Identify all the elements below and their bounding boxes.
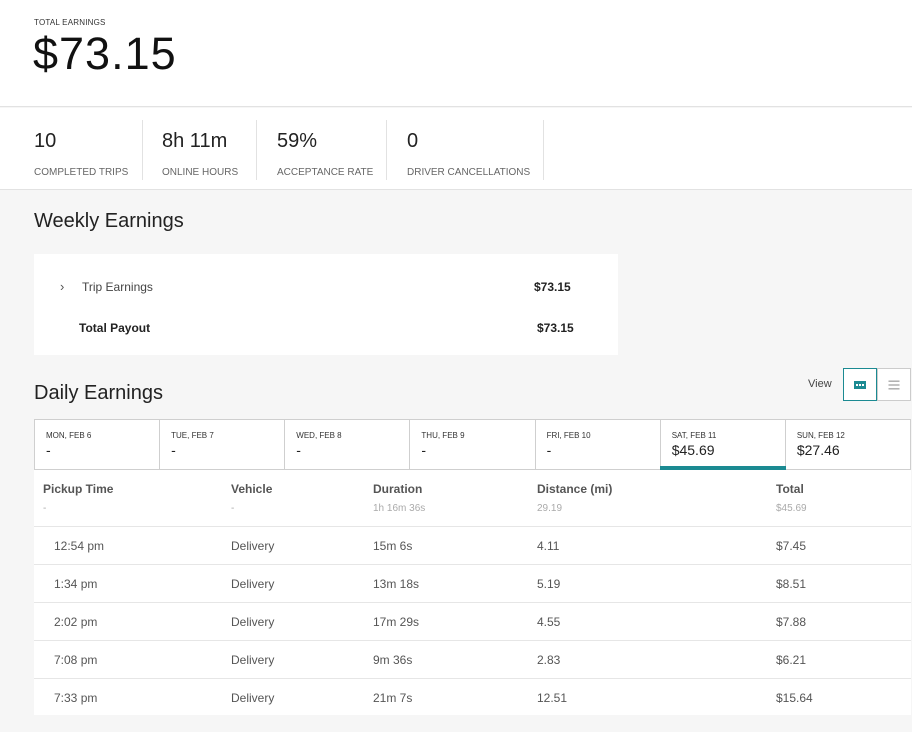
day-label: TUE, FEB 7 [171, 431, 214, 440]
summary-vehicle: - [231, 503, 235, 514]
day-value: - [546, 442, 552, 458]
cell-distance: 5.19 [537, 577, 561, 591]
cell-total: $15.64 [776, 691, 813, 705]
cell-pickup-time: 7:33 pm [54, 691, 98, 705]
list-view-button[interactable] [877, 368, 911, 401]
day-value: - [171, 442, 176, 458]
summary-pickup-time: - [43, 503, 47, 514]
cell-total: $8.51 [776, 577, 807, 591]
stat-label: DRIVER CANCELLATIONS [407, 167, 531, 178]
cell-total: $7.45 [776, 539, 807, 553]
column-header-pickup-time[interactable]: Pickup Time [43, 482, 113, 496]
column-header-total[interactable]: Total [776, 482, 804, 496]
stats-bar: 10 COMPLETED TRIPS 8h 11m ONLINE HOURS 5… [0, 108, 912, 190]
cell-pickup-time: 7:08 pm [54, 653, 98, 667]
day-value: - [296, 442, 301, 458]
day-tab-mon[interactable]: MON, FEB 6 - [35, 420, 161, 469]
card-view-button[interactable] [843, 368, 877, 401]
total-payout-row: Total Payout $73.15 [34, 320, 618, 340]
day-label: FRI, FEB 10 [546, 431, 591, 440]
day-label: SUN, FEB 12 [796, 431, 845, 440]
trips-table: Pickup Time Vehicle Duration Distance (m… [34, 470, 911, 715]
stat-value: 59% [277, 130, 318, 152]
list-view-icon [888, 380, 900, 389]
cell-distance: 4.11 [537, 539, 560, 553]
stat-value: 8h 11m [162, 130, 228, 152]
table-row[interactable]: 12:54 pm Delivery 15m 6s 4.11 $7.45 [34, 526, 911, 564]
table-row[interactable]: 1:34 pm Delivery 13m 18s 5.19 $8.51 [34, 564, 911, 602]
cell-vehicle: Delivery [231, 615, 275, 629]
cell-vehicle: Delivery [231, 653, 275, 667]
summary-duration: 1h 16m 36s [373, 503, 426, 514]
trip-earnings-row[interactable]: › Trip Earnings $73.15 [34, 279, 618, 299]
stat-online-hours: 8h 11m ONLINE HOURS [143, 120, 257, 180]
total-payout-value: $73.15 [537, 321, 574, 335]
cell-distance: 2.83 [537, 653, 561, 667]
stat-value: 10 [34, 130, 57, 152]
day-value: - [46, 442, 51, 458]
daily-earnings-title: Daily Earnings [34, 382, 163, 404]
card-view-icon [854, 380, 866, 389]
cell-duration: 21m 7s [373, 691, 413, 705]
cell-pickup-time: 12:54 pm [54, 539, 105, 553]
column-header-distance[interactable]: Distance (mi) [537, 482, 612, 496]
cell-duration: 17m 29s [373, 615, 420, 629]
summary-distance: 29.19 [537, 503, 563, 514]
day-tab-wed[interactable]: WED, FEB 8 - [285, 420, 411, 469]
cell-duration: 13m 18s [373, 577, 420, 591]
day-label: SAT, FEB 11 [671, 431, 717, 440]
total-earnings-label: TOTAL EARNINGS [34, 18, 106, 27]
cell-distance: 12.51 [537, 691, 568, 705]
trip-earnings-value: $73.15 [534, 280, 571, 294]
stat-value: 0 [407, 130, 419, 152]
table-row[interactable]: 7:33 pm Delivery 21m 7s 12.51 $15.64 [34, 678, 911, 716]
stat-label: COMPLETED TRIPS [34, 167, 129, 178]
day-tab-fri[interactable]: FRI, FEB 10 - [536, 420, 661, 469]
day-tab-sat[interactable]: SAT, FEB 11 $45.69 [659, 420, 786, 470]
total-earnings-amount: $73.15 [33, 28, 177, 79]
cell-pickup-time: 1:34 pm [54, 577, 98, 591]
day-label: MON, FEB 6 [46, 431, 92, 440]
day-label: THU, FEB 9 [421, 431, 465, 440]
stat-label: ACCEPTANCE RATE [277, 167, 374, 178]
day-value: $45.69 [671, 442, 715, 458]
day-label: WED, FEB 8 [296, 431, 342, 440]
total-earnings-header: TOTAL EARNINGS $73.15 [0, 0, 912, 107]
day-selector: MON, FEB 6 - TUE, FEB 7 - WED, FEB 8 - T… [34, 419, 911, 470]
weekly-earnings-card: › Trip Earnings $73.15 Total Payout $73.… [34, 254, 618, 355]
weekly-earnings-title: Weekly Earnings [34, 210, 184, 232]
table-row[interactable]: 7:08 pm Delivery 9m 36s 2.83 $6.21 [34, 640, 911, 678]
cell-vehicle: Delivery [231, 577, 275, 591]
day-tab-tue[interactable]: TUE, FEB 7 - [160, 420, 286, 469]
day-tab-sun[interactable]: SUN, FEB 12 $27.46 [786, 420, 910, 469]
column-header-vehicle[interactable]: Vehicle [231, 482, 272, 496]
cell-duration: 15m 6s [373, 539, 413, 553]
cell-duration: 9m 36s [373, 653, 413, 667]
summary-total: $45.69 [776, 503, 807, 514]
cell-total: $7.88 [776, 615, 807, 629]
total-payout-label: Total Payout [79, 321, 151, 335]
cell-vehicle: Delivery [231, 539, 275, 553]
cell-pickup-time: 2:02 pm [54, 615, 98, 629]
stat-label: ONLINE HOURS [162, 167, 239, 178]
view-label: View [808, 378, 832, 390]
trip-earnings-label: Trip Earnings [82, 280, 153, 294]
cell-distance: 4.55 [537, 615, 561, 629]
day-value: - [421, 442, 427, 458]
chevron-right-icon[interactable]: › [60, 279, 64, 294]
table-row[interactable]: 2:02 pm Delivery 17m 29s 4.55 $7.88 [34, 602, 911, 640]
stat-driver-cancellations: 0 DRIVER CANCELLATIONS [387, 120, 544, 180]
stat-acceptance-rate: 59% ACCEPTANCE RATE [257, 120, 387, 180]
day-tab-thu[interactable]: THU, FEB 9 - [410, 420, 536, 469]
stat-completed-trips: 10 COMPLETED TRIPS [0, 120, 143, 180]
cell-vehicle: Delivery [231, 691, 275, 705]
day-value: $27.46 [796, 442, 840, 458]
cell-total: $6.21 [776, 653, 807, 667]
column-header-duration[interactable]: Duration [373, 482, 422, 496]
